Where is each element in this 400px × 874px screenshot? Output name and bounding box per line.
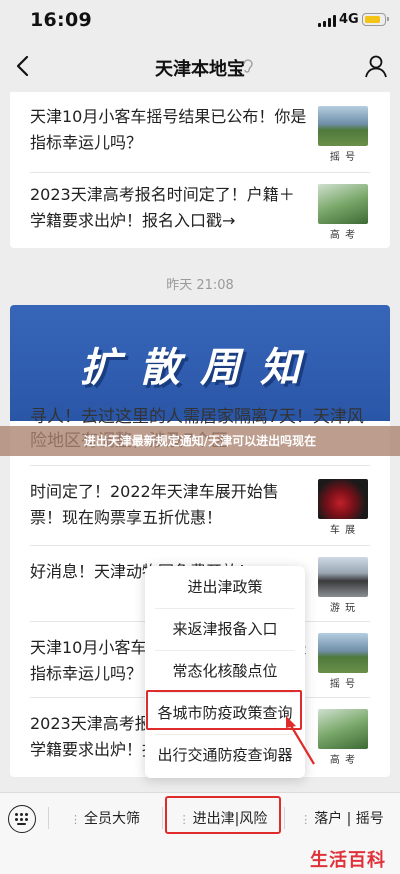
signal-icon [318, 15, 336, 27]
article-item[interactable]: 天津10月小客车摇号结果已公布！你是指标幸运儿吗？ 摇 号 [10, 92, 390, 172]
caption-text: 进出天津最新规定通知/天津可以进出吗现在 [83, 434, 317, 448]
divider [48, 807, 49, 829]
thumbnail-label: 摇 号 [329, 152, 357, 163]
divider [162, 807, 163, 829]
highlight-box [165, 796, 281, 834]
network-type: 4G [339, 12, 359, 27]
menu-tab-label: 落户 | 摇号 [314, 811, 384, 827]
popup-pointer [214, 770, 228, 778]
submenu-item-entry-exit-policy[interactable]: 进出津政策 [145, 566, 305, 608]
keyboard-icon[interactable] [8, 805, 36, 833]
ear-icon[interactable] [242, 58, 254, 74]
cover-banner[interactable]: 扩散周知 [10, 305, 390, 421]
page-title: 天津本地宝 [155, 59, 245, 80]
user-profile-icon[interactable] [362, 52, 390, 80]
thumbnail-image [318, 709, 368, 749]
thumbnail-image [318, 557, 368, 597]
thumbnail-image [318, 633, 368, 673]
caption-overlay: 进出天津最新规定通知/天津可以进出吗现在 [0, 426, 400, 456]
submenu-popup: 进出津政策 来返津报备入口 常态化核酸点位 各城市防疫政策查询 出行交通防疫查询… [145, 566, 305, 778]
article-item[interactable]: 时间定了！2022年天津车展开始售票！现在购票享五折优惠！ 车 展 [10, 465, 390, 545]
submenu-item-report-entry[interactable]: 来返津报备入口 [145, 608, 305, 650]
article-title: 时间定了！2022年天津车展开始售票！现在购票享五折优惠！ [30, 482, 279, 527]
divider [284, 807, 285, 829]
nav-bar: 天津本地宝 [0, 40, 400, 92]
message-timestamp: 昨天 21:08 [166, 278, 234, 293]
thumbnail-image [318, 184, 368, 224]
article-card-previous: 天津10月小客车摇号结果已公布！你是指标幸运儿吗？ 摇 号 2023天津高考报名… [10, 92, 390, 248]
watermark-logo: 生活百科 [310, 850, 386, 871]
article-item[interactable]: 2023天津高考报名时间定了！户籍＋学籍要求出炉！报名入口戳→ 高 考 [10, 172, 390, 248]
status-bar: 16:09 4G [0, 0, 400, 40]
thumbnail-image [318, 479, 368, 519]
thumbnail-label: 摇 号 [329, 679, 357, 690]
article-title: 2023天津高考报名时间定了！户籍＋学籍要求出炉！报名入口戳→ [30, 185, 295, 230]
menu-tab-settlement-lottery[interactable]: ⋮ 落户 | 摇号 [287, 806, 397, 832]
menu-dots-icon: ⋮ [300, 813, 311, 826]
banner-text: 扩散周知 [80, 345, 320, 391]
menu-dots-icon: ⋮ [70, 813, 81, 826]
highlight-box [146, 690, 302, 730]
menu-tab-mass-testing[interactable]: ⋮ 全员大筛 [50, 806, 160, 832]
thumbnail-label: 高 考 [329, 755, 357, 766]
menu-tab-label: 全员大筛 [84, 811, 140, 827]
thumbnail-label: 游 玩 [329, 603, 357, 614]
thumbnail-label: 车 展 [329, 525, 357, 536]
submenu-item-test-sites[interactable]: 常态化核酸点位 [145, 650, 305, 692]
thumbnail-label: 高 考 [329, 230, 357, 241]
status-time: 16:09 [30, 9, 92, 31]
battery-icon [362, 13, 389, 26]
article-title: 天津10月小客车摇号结果已公布！你是指标幸运儿吗？ [30, 107, 307, 152]
thumbnail-image [318, 106, 368, 146]
